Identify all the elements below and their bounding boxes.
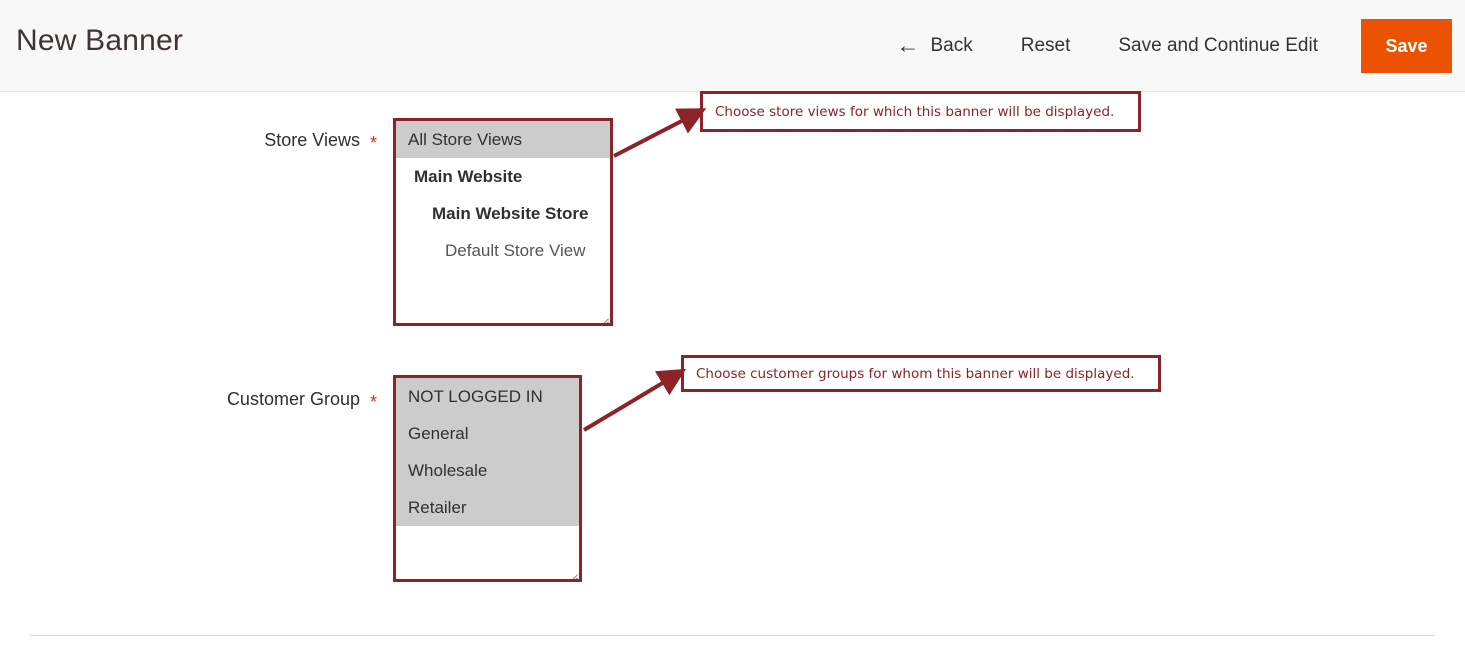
- customer-group-option-general[interactable]: General: [396, 415, 579, 452]
- store-views-option-main-website-store[interactable]: Main Website Store: [396, 195, 610, 232]
- store-views-label: Store Views: [264, 130, 360, 150]
- save-and-continue-edit-button[interactable]: Save and Continue Edit: [1094, 35, 1342, 57]
- store-views-option-default-store-view[interactable]: Default Store View: [396, 232, 610, 269]
- store-views-hint-text: Choose store views for which this banner…: [715, 103, 1115, 120]
- save-button[interactable]: Save: [1361, 19, 1452, 73]
- customer-group-option-wholesale[interactable]: Wholesale: [396, 452, 579, 489]
- header-actions: ← Back Reset Save and Continue Edit Save: [872, 0, 1452, 92]
- customer-group-label: Customer Group: [226, 389, 360, 409]
- customer-group-multiselect[interactable]: NOT LOGGED IN General Wholesale Retailer: [393, 375, 582, 582]
- customer-group-option-retailer[interactable]: Retailer: [396, 489, 579, 526]
- customer-group-hint-callout: Choose customer groups for whom this ban…: [681, 355, 1161, 392]
- reset-button[interactable]: Reset: [997, 35, 1095, 57]
- reset-button-label: Reset: [1020, 35, 1071, 56]
- page-title: New Banner: [16, 24, 184, 57]
- back-button[interactable]: ← Back: [872, 31, 996, 58]
- store-views-resize-handle[interactable]: [595, 308, 609, 322]
- store-views-required-marker: *: [370, 133, 378, 153]
- customer-group-resize-handle[interactable]: [564, 564, 578, 578]
- store-views-multiselect[interactable]: All Store Views Main Website Main Websit…: [393, 118, 613, 326]
- arrow-left-icon: ←: [896, 31, 920, 58]
- section-divider: [30, 635, 1435, 636]
- page-header: New Banner ← Back Reset Save and Continu…: [0, 0, 1465, 92]
- customer-group-hint-text: Choose customer groups for whom this ban…: [696, 365, 1135, 382]
- store-views-option-all[interactable]: All Store Views: [396, 121, 610, 158]
- customer-group-required-marker: *: [370, 392, 378, 412]
- save-and-continue-edit-label: Save and Continue Edit: [1118, 35, 1318, 56]
- back-button-label: Back: [930, 35, 973, 56]
- store-views-hint-callout: Choose store views for which this banner…: [700, 91, 1141, 132]
- store-views-option-main-website[interactable]: Main Website: [396, 158, 610, 195]
- customer-group-option-not-logged-in[interactable]: NOT LOGGED IN: [396, 378, 579, 415]
